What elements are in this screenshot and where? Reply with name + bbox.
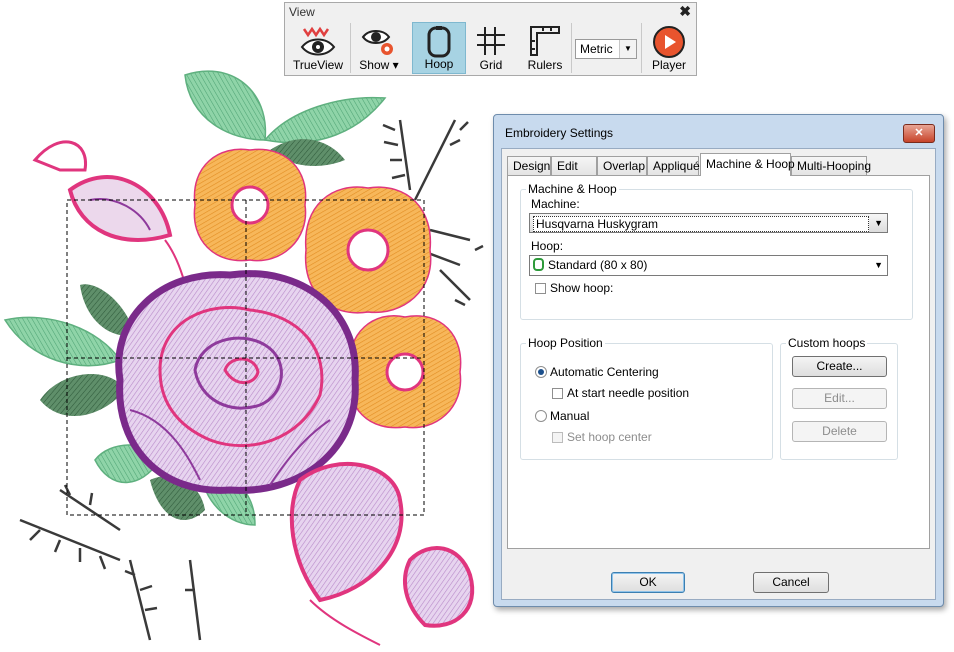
automatic-centering-radio[interactable] bbox=[535, 366, 547, 378]
hoop-button[interactable]: Hoop bbox=[412, 22, 466, 74]
hoop-select[interactable]: Standard (80 x 80) ▼ bbox=[529, 255, 888, 276]
grid-label: Grid bbox=[479, 58, 503, 72]
machine-hoop-group-label: Machine & Hoop bbox=[528, 182, 617, 196]
show-eye-gear-icon bbox=[361, 30, 393, 55]
show-hoop-label: Show hoop: bbox=[550, 281, 614, 295]
hoop-label: Hoop bbox=[424, 57, 454, 71]
show-hoop-checkbox[interactable] bbox=[535, 283, 546, 294]
dialog-close-button[interactable]: ✕ bbox=[903, 124, 935, 143]
tab-multi-hooping[interactable]: Multi-Hooping bbox=[791, 156, 871, 175]
dialog-body: Design Edit Overlap Appliqué Machine & H… bbox=[501, 148, 936, 600]
manual-radio[interactable] bbox=[535, 410, 547, 422]
edit-hoop-button[interactable]: Edit... bbox=[792, 388, 887, 409]
hoop-mini-icon bbox=[533, 258, 544, 271]
machine-hoop-panel: Machine & Hoop Machine: Husqvarna Huskyg… bbox=[507, 175, 930, 549]
purple-rose bbox=[115, 270, 359, 494]
player-play-icon bbox=[653, 26, 685, 58]
machine-select[interactable]: Husqvarna Huskygram ▼ bbox=[529, 213, 888, 233]
tab-applique[interactable]: Appliqué bbox=[647, 156, 700, 175]
automatic-centering-label: Automatic Centering bbox=[550, 365, 659, 379]
machine-select-value: Husqvarna Huskygram bbox=[533, 216, 869, 232]
cancel-button[interactable]: Cancel bbox=[753, 572, 829, 593]
pink-bud bbox=[32, 140, 191, 301]
pink-tulips bbox=[289, 462, 475, 646]
show-button[interactable]: Show ▾ bbox=[355, 22, 403, 74]
player-label: Player bbox=[651, 58, 686, 72]
machine-label: Machine: bbox=[531, 197, 580, 211]
set-hoop-center-checkbox[interactable] bbox=[552, 432, 563, 443]
tab-overlap[interactable]: Overlap bbox=[597, 156, 647, 175]
trueview-button[interactable]: TrueView bbox=[289, 22, 347, 74]
hoop-icon bbox=[427, 26, 451, 58]
trueview-label: TrueView bbox=[292, 58, 344, 72]
ok-button[interactable]: OK bbox=[611, 572, 685, 593]
hoop-label: Hoop: bbox=[531, 239, 564, 253]
rulers-button[interactable]: Rulers bbox=[523, 22, 567, 74]
grid-button[interactable]: Grid bbox=[469, 22, 513, 74]
toolbar-title: View bbox=[289, 5, 315, 19]
create-hoop-button[interactable]: Create... bbox=[792, 356, 887, 377]
tab-machine-hoop[interactable]: Machine & Hoop bbox=[700, 153, 795, 176]
rulers-label: Rulers bbox=[527, 58, 563, 72]
close-icon[interactable]: ✖ bbox=[679, 3, 691, 20]
rulers-icon bbox=[530, 26, 560, 56]
chevron-down-icon: ▼ bbox=[874, 218, 883, 228]
hoop-select-value: Standard (80 x 80) bbox=[548, 258, 648, 272]
dialog-title: Embroidery Settings bbox=[505, 126, 614, 140]
tab-edit[interactable]: Edit bbox=[551, 156, 597, 175]
grid-icon bbox=[477, 27, 505, 55]
manual-label: Manual bbox=[550, 409, 590, 423]
chevron-down-icon: ▼ bbox=[619, 40, 636, 58]
view-toolbar: View ✖ TrueView Show ▾ Hoop Grid Rulers … bbox=[284, 2, 697, 76]
units-select-value: Metric bbox=[580, 42, 613, 56]
tab-design[interactable]: Design bbox=[507, 156, 551, 175]
custom-hoops-group-label: Custom hoops bbox=[788, 336, 866, 350]
player-button[interactable]: Player bbox=[645, 22, 693, 74]
chevron-down-icon: ▼ bbox=[874, 260, 883, 270]
show-label: Show ▾ bbox=[359, 58, 399, 72]
embroidery-settings-dialog: Embroidery Settings ✕ Design Edit Overla… bbox=[493, 114, 944, 607]
hoop-position-group-label: Hoop Position bbox=[528, 336, 603, 350]
set-hoop-center-label: Set hoop center bbox=[567, 430, 652, 444]
start-needle-checkbox[interactable] bbox=[552, 388, 563, 399]
start-needle-label: At start needle position bbox=[567, 386, 690, 400]
delete-hoop-button[interactable]: Delete bbox=[792, 421, 887, 442]
trueview-eye-icon bbox=[300, 26, 336, 56]
units-select[interactable]: Metric ▼ bbox=[575, 39, 637, 59]
